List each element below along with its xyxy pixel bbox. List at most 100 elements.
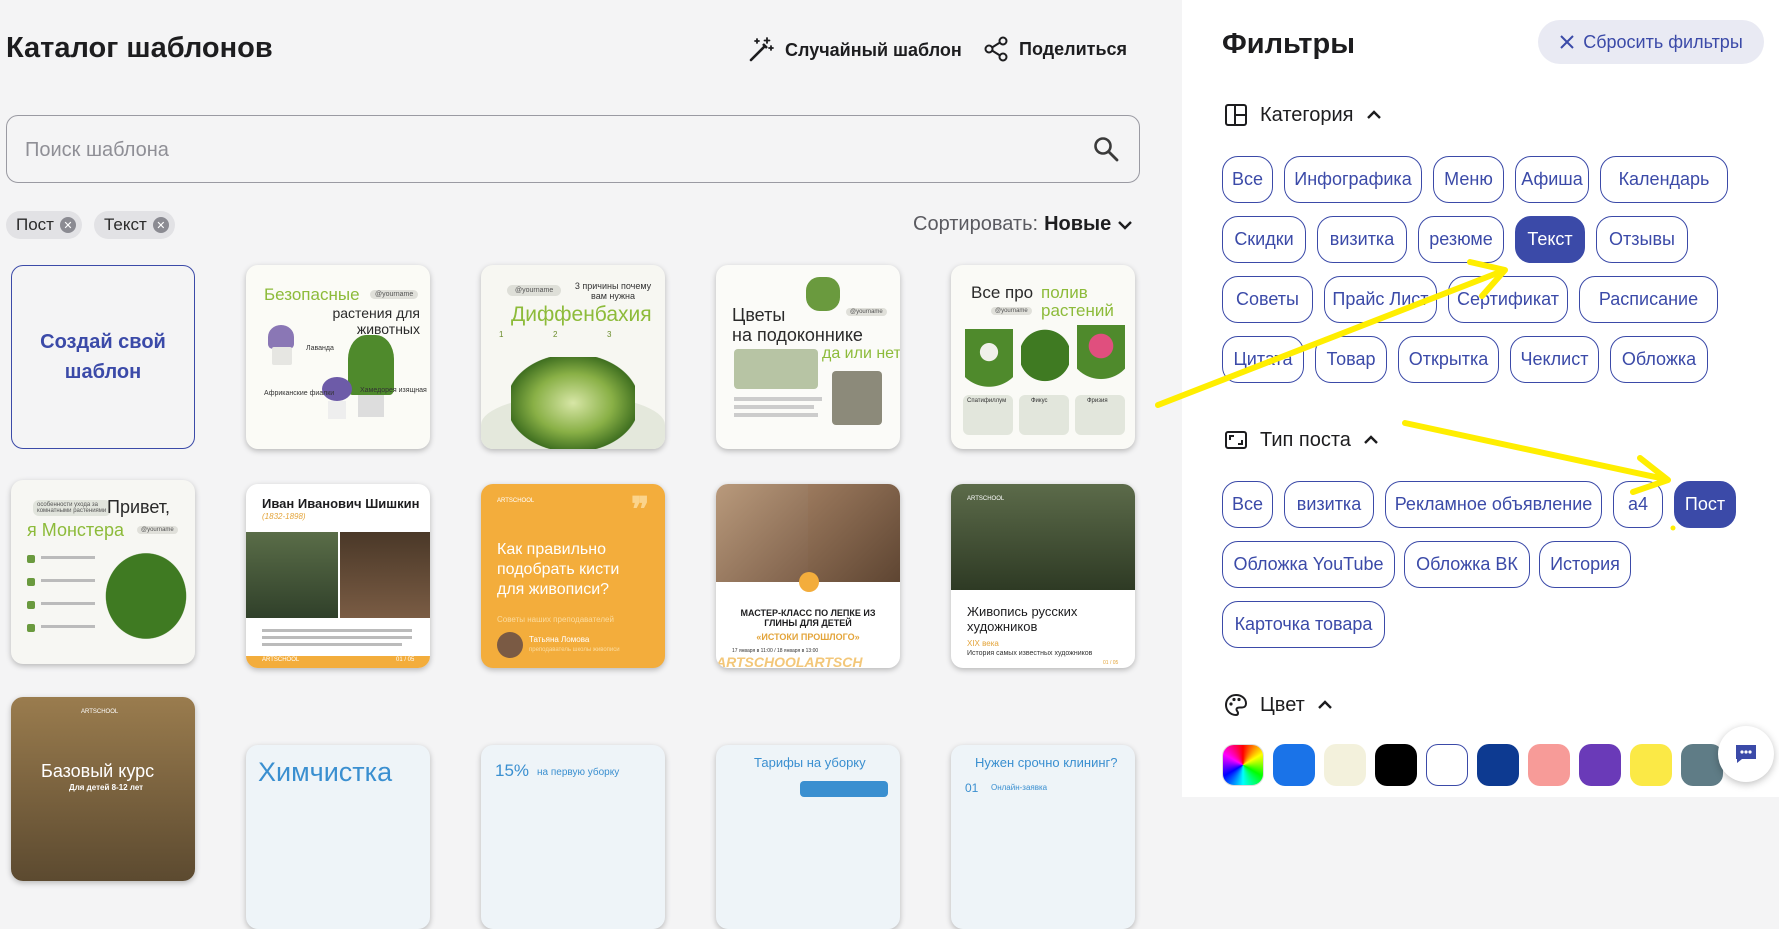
category-pill-calendar[interactable]: Календарь [1600, 156, 1728, 203]
template-card[interactable]: Нужен срочно клининг? 01 Онлайн-заявка [951, 745, 1135, 929]
template-card[interactable]: МАСТЕР-КЛАСС ПО ЛЕПКЕ ИЗ ГЛИНЫ ДЛЯ ДЕТЕЙ… [716, 484, 900, 668]
color-swatch-yellow[interactable] [1630, 744, 1672, 786]
template-card[interactable]: Химчистка [246, 745, 430, 929]
template-title: Химчистка [258, 757, 393, 787]
category-pill-text[interactable]: Текст [1515, 216, 1585, 263]
template-card[interactable]: Все про полив растений @yourname Спатифи… [951, 265, 1135, 449]
sort-dropdown[interactable]: Сортировать: Новые [913, 213, 1133, 236]
template-card[interactable]: Безопасные @yourname растения для животн… [246, 265, 430, 449]
color-swatch-navy[interactable] [1477, 744, 1519, 786]
search-icon[interactable] [1093, 136, 1119, 162]
color-swatch-pink[interactable] [1528, 744, 1570, 786]
color-swatch-slate[interactable] [1681, 744, 1723, 786]
close-icon[interactable]: ✕ [152, 217, 169, 233]
post-type-label: Тип поста [1260, 428, 1351, 451]
filter-chip-post[interactable]: Пост ✕ [6, 211, 82, 239]
template-title: Привет, [107, 497, 171, 517]
filters-panel: Фильтры Сбросить фильтры Категория Все И… [1182, 0, 1779, 797]
post-type-pill-vk-cover[interactable]: Обложка ВК [1404, 541, 1530, 588]
category-pill-cover[interactable]: Обложка [1610, 336, 1708, 383]
category-pill-discounts[interactable]: Скидки [1222, 216, 1306, 263]
color-label: Цвет [1260, 693, 1305, 716]
template-text: Африканские фиалки [264, 390, 335, 397]
category-pill-infographics[interactable]: Инфографика [1284, 156, 1422, 203]
template-card[interactable]: Цветы на подоконнике да или нет? @yourna… [716, 265, 900, 449]
color-section-toggle[interactable]: Цвет [1224, 693, 1333, 717]
close-icon [1560, 35, 1574, 49]
template-subtitle: на первую уборку [537, 767, 620, 778]
color-swatch-blue[interactable] [1273, 744, 1315, 786]
post-type-pill-post[interactable]: Пост [1674, 481, 1736, 528]
category-section-toggle[interactable]: Категория [1224, 103, 1382, 127]
template-subtitle: 3 причины почему вам нужна [574, 281, 652, 301]
color-swatch-rainbow[interactable] [1222, 744, 1264, 786]
category-pill-schedule[interactable]: Расписание [1579, 276, 1718, 323]
plant-illustration [965, 329, 1013, 395]
post-type-pill-product-card[interactable]: Карточка товара [1222, 601, 1385, 648]
create-template-card[interactable]: Создай свой шаблон [11, 265, 195, 449]
bullet-icon [27, 555, 35, 563]
category-pill-poster[interactable]: Афиша [1515, 156, 1589, 203]
category-pill-quote[interactable]: Цитата [1222, 336, 1304, 383]
template-card[interactable]: Иван Иванович Шишкин (1832-1898) ARTSCHO… [246, 484, 430, 668]
category-pill-resume[interactable]: резюме [1418, 216, 1504, 263]
color-swatch-cream[interactable] [1324, 744, 1366, 786]
template-author: Татьяна Ломова [529, 635, 590, 644]
template-card[interactable]: ARTSCHOOL Живопись русских художников XI… [951, 484, 1135, 668]
template-ticker: ARTSCHOOLARTSCH [716, 654, 863, 668]
template-title: Иван Иванович Шишкин [262, 496, 420, 511]
filter-chip-text[interactable]: Текст ✕ [94, 211, 175, 239]
template-subtitle: «ИСТОКИ ПРОШЛОГО» [756, 632, 860, 642]
template-title: Базовый курс [41, 761, 155, 781]
close-icon[interactable]: ✕ [59, 217, 76, 233]
template-card[interactable]: 15% на первую уборку [481, 745, 665, 929]
plant-illustration [320, 377, 354, 421]
photo-placeholder [734, 349, 818, 389]
color-swatch-black[interactable] [1375, 744, 1417, 786]
category-pill-card[interactable]: визитка [1317, 216, 1407, 263]
post-type-pill-story[interactable]: История [1539, 541, 1631, 588]
template-card[interactable]: ARTSCHOOL Базовый курс Для детей 8-12 ле… [11, 697, 195, 881]
badge-icon [799, 572, 819, 592]
category-pill-all[interactable]: Все [1222, 156, 1273, 203]
color-swatch-purple[interactable] [1579, 744, 1621, 786]
template-subtitle: Советы наших преподавателей [497, 615, 614, 624]
post-type-pill-card[interactable]: визитка [1284, 481, 1374, 528]
post-type-pill-all[interactable]: Все [1222, 481, 1273, 528]
plant-illustration [1077, 325, 1125, 395]
template-page: 01 / 05 [1103, 660, 1119, 666]
search-input[interactable] [23, 116, 1067, 184]
post-type-section-toggle[interactable]: Тип поста [1224, 428, 1379, 452]
reset-filters-button[interactable]: Сбросить фильтры [1538, 20, 1764, 64]
category-pill-reviews[interactable]: Отзывы [1596, 216, 1688, 263]
random-template-label: Случайный шаблон [785, 39, 962, 60]
category-pill-postcard[interactable]: Открытка [1398, 336, 1499, 383]
price-block [800, 781, 888, 797]
template-card[interactable]: особенности ухода за комнатными растения… [11, 480, 195, 664]
chip-label: Текст [104, 215, 147, 234]
template-card[interactable]: ARTSCHOOL ❞ Как правильно подобрать кист… [481, 484, 665, 668]
template-badge: особенности ухода за комнатными растения… [33, 500, 111, 516]
post-type-pill-ad[interactable]: Рекламное объявление [1385, 481, 1602, 528]
category-pill-product[interactable]: Товар [1315, 336, 1387, 383]
template-title: Диффенбахия [511, 303, 652, 326]
reset-filters-label: Сбросить фильтры [1583, 31, 1743, 52]
category-pill-checklist[interactable]: Чеклист [1510, 336, 1599, 383]
category-pill-tips[interactable]: Советы [1222, 276, 1313, 323]
category-label: Категория [1260, 103, 1354, 126]
category-pill-certificate[interactable]: Сертификат [1448, 276, 1568, 323]
category-pill-pricelist[interactable]: Прайс Лист [1324, 276, 1437, 323]
plant-illustration [99, 546, 193, 646]
template-card[interactable]: Тарифы на уборку [716, 745, 900, 929]
template-card[interactable]: @yourname 3 причины почему вам нужна Диф… [481, 265, 665, 449]
post-type-pill-a4[interactable]: а4 [1613, 481, 1663, 528]
template-text: Онлайн-заявка [991, 783, 1048, 792]
category-pill-menu[interactable]: Меню [1433, 156, 1504, 203]
color-swatch-white[interactable] [1426, 744, 1468, 786]
text-line [734, 397, 822, 401]
post-type-pill-youtube-cover[interactable]: Обложка YouTube [1222, 541, 1395, 588]
template-text: Лаванда [306, 345, 334, 352]
chat-button[interactable] [1718, 726, 1774, 782]
share-button[interactable]: Поделиться [983, 36, 1127, 62]
random-template-button[interactable]: Случайный шаблон [747, 36, 962, 64]
